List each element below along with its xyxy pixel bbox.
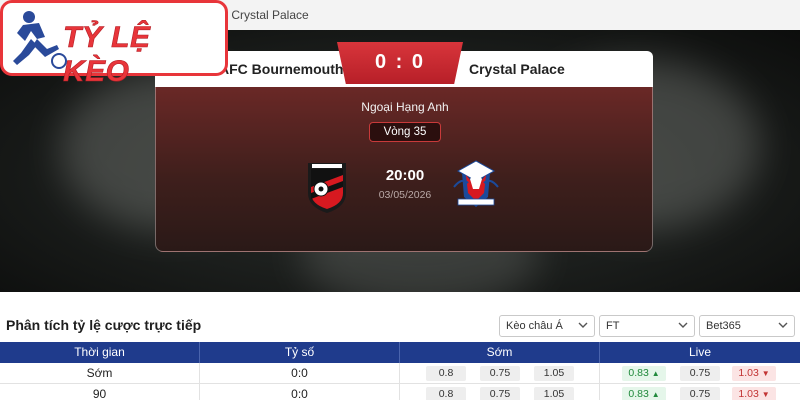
arrow-up-icon: ▲ (651, 390, 660, 399)
home-team-name[interactable]: AFC Bournemouth (219, 61, 343, 77)
arrow-down-icon: ▼ (761, 390, 770, 399)
cell-time: 90 (0, 384, 200, 400)
site-logo[interactable]: TỶ LỆ KÈO (0, 0, 228, 88)
col-header-early: Sớm (400, 342, 600, 363)
football-player-icon (13, 11, 67, 69)
away-team-name[interactable]: Crystal Palace (469, 61, 565, 77)
arrow-up-icon: ▲ (651, 369, 660, 378)
arrow-down-icon: ▼ (761, 369, 770, 378)
period-select[interactable]: FT (599, 315, 695, 337)
cell-early: 0.8 0.75 1.05 (400, 363, 600, 384)
odds-live-away-value: 1.03 (738, 367, 759, 379)
odds-live-away: 1.03 ▼ (732, 366, 776, 381)
odds-early-line: 0.75 (480, 366, 520, 381)
kickoff-time: 20:00 (385, 167, 425, 184)
chevron-down-icon (678, 322, 688, 328)
odds-live-home: 0.83 ▲ (622, 387, 666, 400)
odds-early-line: 0.75 (480, 387, 520, 400)
match-card: Ngoại Hạng Anh Vòng 35 20:00 03/05/2026 (155, 87, 653, 252)
odds-live-home-value: 0.83 (628, 367, 649, 379)
market-select[interactable]: Kèo châu Á (499, 315, 595, 337)
odds-live-line: 0.75 (680, 366, 720, 381)
odds-section-title: Phân tích tỷ lệ cược trực tiếp (6, 317, 202, 333)
match-score: 0 : 0 (374, 51, 426, 73)
col-header-score: Tỷ số (200, 342, 400, 363)
logo-text: TỶ LỆ KÈO (63, 21, 151, 89)
table-header: Thời gian Tỷ số Sớm Live (0, 342, 800, 363)
score-box: 0 : 0 (337, 42, 463, 84)
odds-early-away: 1.05 (534, 387, 574, 400)
odds-early-home: 0.8 (426, 366, 466, 381)
table-row[interactable]: Sớm 0:0 0.8 0.75 1.05 0.83 ▲ 0.75 1.03 ▼ (0, 363, 800, 384)
bookmaker-select-value: Bet365 (706, 320, 741, 332)
bookmaker-select[interactable]: Bet365 (699, 315, 795, 337)
cell-live: 0.83 ▲ 0.75 1.03 ▼ (600, 363, 800, 384)
cell-live: 0.83 ▲ 0.75 1.03 ▼ (600, 384, 800, 400)
odds-live-line: 0.75 (680, 387, 720, 400)
odds-live-away: 1.03 ▼ (732, 387, 776, 400)
chevron-down-icon (578, 322, 588, 328)
round-badge: Vòng 35 (369, 122, 441, 142)
market-select-value: Kèo châu Á (506, 320, 563, 332)
league-name[interactable]: Ngoại Hạng Anh (156, 100, 654, 114)
kickoff-date: 03/05/2026 (378, 189, 432, 201)
chevron-down-icon (778, 322, 788, 328)
period-select-value: FT (606, 320, 620, 332)
cell-score: 0:0 (200, 384, 400, 400)
odds-live-home: 0.83 ▲ (622, 366, 666, 381)
col-header-time: Thời gian (0, 342, 200, 363)
breadcrumb[interactable]: s Crystal Palace (222, 8, 309, 22)
odds-early-away: 1.05 (534, 366, 574, 381)
odds-live-home-value: 0.83 (628, 388, 649, 400)
cell-score: 0:0 (200, 363, 400, 384)
crystal-palace-crest-icon (453, 160, 499, 207)
cell-time: Sớm (0, 363, 200, 384)
odds-early-home: 0.8 (426, 387, 466, 400)
col-header-live: Live (688, 345, 711, 359)
odds-live-away-value: 1.03 (738, 388, 759, 400)
cell-early: 0.8 0.75 1.05 (400, 384, 600, 400)
table-row[interactable]: 90 0:0 0.8 0.75 1.05 0.83 ▲ 0.75 1.03 ▼ (0, 384, 800, 400)
